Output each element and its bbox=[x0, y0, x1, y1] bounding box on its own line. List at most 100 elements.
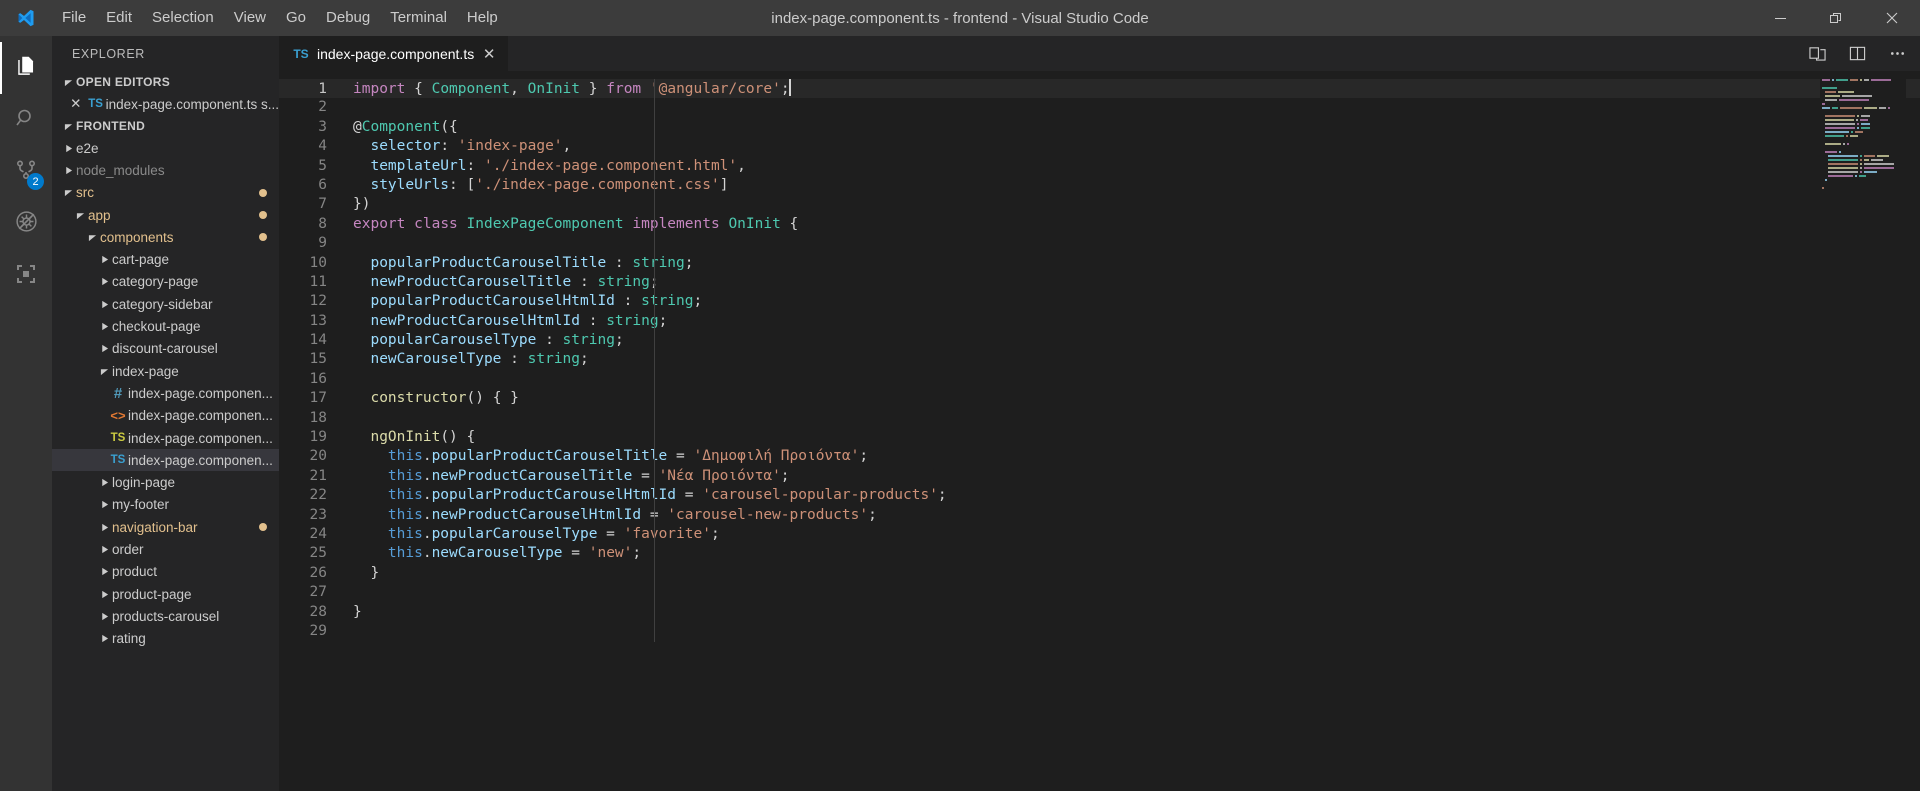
activity-run-debug[interactable] bbox=[0, 198, 52, 250]
tree-folder-navigation-bar[interactable]: navigation-bar bbox=[52, 516, 279, 538]
chevron-right-icon bbox=[96, 634, 112, 643]
tree-folder-login-page[interactable]: login-page bbox=[52, 471, 279, 493]
activity-extensions[interactable] bbox=[0, 250, 52, 302]
minimap-line bbox=[1820, 131, 1906, 134]
restore-button[interactable] bbox=[1808, 0, 1864, 36]
chevron-right-icon bbox=[96, 567, 112, 576]
code-line-5[interactable]: 5 templateUrl: './index-page.component.h… bbox=[279, 157, 1920, 176]
code-line-13[interactable]: 13 newProductCarouselHtmlId : string; bbox=[279, 312, 1920, 331]
code-line-4[interactable]: 4 selector: 'index-page', bbox=[279, 137, 1920, 156]
code-line-6[interactable]: 6 styleUrls: ['./index-page.component.cs… bbox=[279, 176, 1920, 195]
code-line-26[interactable]: 26 } bbox=[279, 564, 1920, 583]
menu-terminal[interactable]: Terminal bbox=[380, 0, 457, 36]
chevron-down-icon bbox=[60, 188, 76, 197]
code-line-19[interactable]: 19 ngOnInit() { bbox=[279, 428, 1920, 447]
close-button[interactable] bbox=[1864, 0, 1920, 36]
minimap-line bbox=[1820, 191, 1906, 194]
code-line-8[interactable]: 8 export class IndexPageComponent impleme… bbox=[279, 215, 1920, 234]
code-line-9[interactable]: 9 bbox=[279, 234, 1920, 253]
menu-file[interactable]: File bbox=[52, 0, 96, 36]
open-editor-item[interactable]: ✕ TS index-page.component.ts s... bbox=[52, 93, 279, 115]
tree-file-12[interactable]: <> index-page.componen... bbox=[52, 405, 279, 427]
activity-search[interactable] bbox=[0, 94, 52, 146]
menu-view[interactable]: View bbox=[224, 0, 276, 36]
tree-folder-products-carousel[interactable]: products-carousel bbox=[52, 605, 279, 627]
minimap-line bbox=[1820, 159, 1906, 162]
open-editors-header[interactable]: OPEN EDITORS bbox=[52, 71, 279, 93]
tree-item-label: checkout-page bbox=[112, 319, 201, 335]
more-actions-icon[interactable] bbox=[1886, 43, 1908, 65]
tree-folder-category-sidebar[interactable]: category-sidebar bbox=[52, 293, 279, 315]
menu-edit[interactable]: Edit bbox=[96, 0, 142, 36]
tree-folder-product-page[interactable]: product-page bbox=[52, 583, 279, 605]
tree-file-11[interactable]: # index-page.componen... bbox=[52, 382, 279, 404]
tree-folder-discount-carousel[interactable]: discount-carousel bbox=[52, 338, 279, 360]
tree-folder-rating[interactable]: rating bbox=[52, 628, 279, 650]
code-line-11[interactable]: 11 newProductCarouselTitle : string; bbox=[279, 273, 1920, 292]
tree-folder-node_modules[interactable]: node_modules bbox=[52, 159, 279, 181]
code-line-20[interactable]: 20 this.popularProductCarouselTitle = 'Δ… bbox=[279, 447, 1920, 466]
code-line-21[interactable]: 21 this.newProductCarouselTitle = 'Νέα Π… bbox=[279, 467, 1920, 486]
chevron-right-icon bbox=[96, 344, 112, 353]
tree-folder-product[interactable]: product bbox=[52, 561, 279, 583]
tree-folder-cart-page[interactable]: cart-page bbox=[52, 248, 279, 270]
menu-go[interactable]: Go bbox=[276, 0, 316, 36]
tree-folder-checkout-page[interactable]: checkout-page bbox=[52, 315, 279, 337]
editor-tab[interactable]: TS index-page.component.ts ✕ bbox=[279, 36, 510, 71]
tree-file-14[interactable]: TS index-page.componen... bbox=[52, 449, 279, 472]
menu-selection[interactable]: Selection bbox=[142, 0, 224, 36]
tree-folder-src[interactable]: src bbox=[52, 182, 279, 204]
code-line-15[interactable]: 15 newCarouselType : string; bbox=[279, 350, 1920, 369]
editor-vertical-scrollbar[interactable] bbox=[1906, 71, 1920, 791]
code-line-29[interactable]: 29 bbox=[279, 622, 1920, 641]
open-changes-icon[interactable] bbox=[1806, 43, 1828, 65]
tree-file-13[interactable]: TS index-page.componen... bbox=[52, 427, 279, 449]
minimap-token bbox=[1859, 159, 1862, 161]
code-content[interactable]: 1 import { Component, OnInit } from '@ang… bbox=[279, 71, 1920, 641]
code-line-23[interactable]: 23 this.newProductCarouselHtmlId = 'caro… bbox=[279, 506, 1920, 525]
tree-folder-components[interactable]: components bbox=[52, 226, 279, 248]
tree-folder-e2e[interactable]: e2e bbox=[52, 137, 279, 159]
tab-close-icon[interactable]: ✕ bbox=[480, 45, 498, 63]
tree-folder-my-footer[interactable]: my-footer bbox=[52, 494, 279, 516]
minimize-button[interactable] bbox=[1752, 0, 1808, 36]
activity-source-control[interactable]: 2 bbox=[0, 146, 52, 198]
code-line-14[interactable]: 14 popularCarouselType : string; bbox=[279, 331, 1920, 350]
code-line-28[interactable]: 28} bbox=[279, 603, 1920, 622]
tree-folder-index-page[interactable]: index-page bbox=[52, 360, 279, 382]
minimap[interactable] bbox=[1820, 71, 1906, 791]
tree-folder-category-page[interactable]: category-page bbox=[52, 271, 279, 293]
code-line-16[interactable]: 16 bbox=[279, 370, 1920, 389]
tree-folder-app[interactable]: app bbox=[52, 204, 279, 226]
code-line-3[interactable]: 3 @Component({ bbox=[279, 118, 1920, 137]
code-line-18[interactable]: 18 bbox=[279, 409, 1920, 428]
menu-debug[interactable]: Debug bbox=[316, 0, 380, 36]
code-editor[interactable]: 1 import { Component, OnInit } from '@ang… bbox=[279, 71, 1920, 791]
tree-item-label: navigation-bar bbox=[112, 519, 198, 535]
code-line-7[interactable]: 7}) bbox=[279, 195, 1920, 214]
folder-header[interactable]: FRONTEND bbox=[52, 115, 279, 137]
code-line-17[interactable]: 17 constructor() { } bbox=[279, 389, 1920, 408]
activity-explorer[interactable] bbox=[0, 42, 52, 94]
code-line-2[interactable]: 2 bbox=[279, 98, 1920, 117]
line-number: 24 bbox=[309, 525, 327, 542]
line-number: 8 bbox=[318, 215, 327, 232]
code-line-22[interactable]: 22 this.popularProductCarouselHtmlId = '… bbox=[279, 486, 1920, 505]
code-line-27[interactable]: 27 bbox=[279, 583, 1920, 602]
tree-folder-order[interactable]: order bbox=[52, 538, 279, 560]
code-line-25[interactable]: 25 this.newCarouselType = 'new'; bbox=[279, 544, 1920, 563]
minimap-token bbox=[1831, 79, 1834, 81]
code-line-12[interactable]: 12 popularProductCarouselHtmlId : string… bbox=[279, 292, 1920, 311]
minimap-line bbox=[1820, 167, 1906, 170]
code-line-10[interactable]: 10 popularProductCarouselTitle : string; bbox=[279, 254, 1920, 273]
minimap-token bbox=[1859, 163, 1862, 165]
code-line-24[interactable]: 24 this.popularCarouselType = 'favorite'… bbox=[279, 525, 1920, 544]
code-scroll-area[interactable]: 1 import { Component, OnInit } from '@ang… bbox=[279, 71, 1920, 791]
minimap-token bbox=[1859, 79, 1862, 81]
menu-help[interactable]: Help bbox=[457, 0, 508, 36]
split-editor-icon[interactable] bbox=[1846, 43, 1868, 65]
code-line-1[interactable]: 1 import { Component, OnInit } from '@ang… bbox=[279, 79, 1920, 99]
minimap-line bbox=[1820, 111, 1906, 114]
modified-indicator bbox=[259, 523, 267, 532]
close-icon[interactable]: ✕ bbox=[66, 96, 86, 112]
